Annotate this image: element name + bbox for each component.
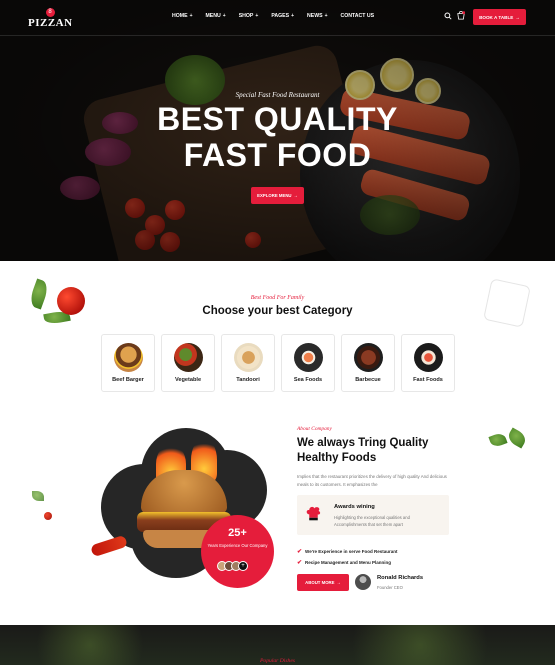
plus-icon: + xyxy=(222,13,226,19)
category-card-tandoori[interactable]: Tandoori xyxy=(221,334,275,392)
founder-name: Ronald Richards xyxy=(377,575,424,581)
years-text: Years Experience Our Company xyxy=(207,543,268,548)
search-icon[interactable] xyxy=(444,12,452,20)
plus-icon: + xyxy=(324,13,328,19)
category-card-vegetable[interactable]: Vegetable xyxy=(161,334,215,392)
category-title: Choose your best Category xyxy=(202,305,353,317)
about-subtitle: About Company xyxy=(297,426,332,432)
list-item-text: Recipe Management and Menu Planning xyxy=(305,560,392,565)
chef-hat-icon xyxy=(306,506,321,521)
nav-label: MENU xyxy=(205,13,221,19)
avatar xyxy=(355,574,371,590)
arrow-right-icon: → xyxy=(515,14,520,20)
about-description: Implies that the restaurant prioritizes … xyxy=(297,474,447,487)
category-card-fast-foods[interactable]: Fast Foods xyxy=(401,334,455,392)
category-subtitle: Best Food For Family xyxy=(250,295,305,301)
category-label: Beef Barger xyxy=(112,377,144,383)
logo-badge: 8 xyxy=(45,8,55,17)
list-item-text: We're Experience in serve Food Restauran… xyxy=(305,549,398,554)
hero-title-line: FAST FOOD xyxy=(183,137,372,173)
barbecue-image xyxy=(354,343,383,372)
plus-icon: + xyxy=(189,13,193,19)
nav-item-shop[interactable]: SHOP + xyxy=(239,13,259,19)
category-label: Vegetable xyxy=(174,377,202,383)
list-item: ✔ We're Experience in serve Food Restaura… xyxy=(297,546,398,557)
main-menu: HOME + MENU + SHOP + PAGES + NEWS + CONTACT U… xyxy=(172,13,389,19)
award-title: Awards wining xyxy=(334,504,375,510)
nav-item-news[interactable]: NEWS + xyxy=(307,13,327,19)
cart-icon[interactable] xyxy=(457,11,465,20)
pepper-decoration xyxy=(44,512,52,520)
plus-icon: + xyxy=(255,13,259,19)
explore-label: EXPLORE MENU xyxy=(257,193,292,198)
seafood-image xyxy=(294,343,323,372)
herb-decoration xyxy=(32,491,44,501)
award-text: Highlighting the exceptional qualities a… xyxy=(334,515,410,527)
page: 8 PIZZAN HOME + MENU + SHOP + PAGES + NEWS + … xyxy=(0,0,555,665)
logo-wordmark: PIZZAN xyxy=(28,17,73,29)
nav-item-contact[interactable]: CONTACT US xyxy=(341,13,377,19)
plus-icon: + xyxy=(291,13,295,19)
nav-label: NEWS xyxy=(307,13,323,19)
burger-image xyxy=(114,343,143,372)
nav-label: HOME xyxy=(172,13,188,19)
category-label: Barbecue xyxy=(355,377,381,383)
fast-food-image xyxy=(414,343,443,372)
founder-role: Founder CEO xyxy=(377,585,403,590)
leaf-decoration xyxy=(488,431,508,449)
leaf-decoration xyxy=(505,427,529,449)
about-more-label: ABOUT MORE xyxy=(305,580,335,585)
fries-basket-decoration xyxy=(483,278,531,328)
vegetable-image xyxy=(174,343,203,372)
top-navbar: 8 PIZZAN HOME + MENU + SHOP + PAGES + NEWS + … xyxy=(0,0,555,36)
category-label: Tandoori xyxy=(236,377,260,383)
book-label: BOOK A TABLE xyxy=(479,14,514,20)
nav-label: SHOP xyxy=(238,13,254,19)
nav-label: PAGES xyxy=(271,13,290,19)
chili-image xyxy=(90,534,128,558)
nav-label: CONTACT US xyxy=(340,13,375,19)
award-card: Awards wining Highlighting the exception… xyxy=(297,495,449,535)
experience-badge: 25+ Years Experience Our Company xyxy=(201,515,274,588)
book-a-table-button[interactable]: BOOK A TABLE → xyxy=(473,9,526,25)
nav-item-menu[interactable]: MENU + xyxy=(205,13,225,19)
category-card-beef-barger[interactable]: Beef Barger xyxy=(101,334,155,392)
arrow-right-icon: → xyxy=(336,580,341,585)
avatar-more: + xyxy=(238,561,248,571)
check-icon: ✔ xyxy=(297,549,303,555)
hero-title-line: BEST QUALITY xyxy=(157,101,398,137)
popular-dishes-subtitle: Popular Dishes xyxy=(260,658,295,664)
about-title: We always Tring Quality Healthy Foods xyxy=(297,437,429,464)
category-list: Beef Barger Vegetable Tandoori Sea Foods… xyxy=(101,334,461,392)
tandoori-image xyxy=(234,343,263,372)
nav-item-home[interactable]: HOME + xyxy=(172,13,192,19)
nav-item-pages[interactable]: PAGES + xyxy=(271,13,294,19)
explore-menu-button[interactable]: EXPLORE MENU → xyxy=(251,187,304,204)
arrow-right-icon: → xyxy=(293,193,298,198)
feature-list: ✔ We're Experience in serve Food Restaura… xyxy=(297,546,398,568)
hero-subtitle: Special Fast Food Restaurant xyxy=(235,91,320,99)
check-icon: ✔ xyxy=(297,560,303,566)
customer-avatars: + xyxy=(217,561,248,571)
years-number: 25+ xyxy=(228,527,247,539)
category-label: Fast Foods xyxy=(413,377,443,383)
about-more-button[interactable]: ABOUT MORE → xyxy=(297,574,349,591)
category-card-barbecue[interactable]: Barbecue xyxy=(341,334,395,392)
category-label: Sea Foods xyxy=(293,377,323,383)
brand-logo[interactable]: 8 PIZZAN xyxy=(28,8,72,29)
list-item: ✔ Recipe Management and Menu Planning xyxy=(297,557,398,568)
hero-title: BEST QUALITY FAST FOOD xyxy=(0,101,555,173)
category-card-sea-foods[interactable]: Sea Foods xyxy=(281,334,335,392)
hero-section: 8 PIZZAN HOME + MENU + SHOP + PAGES + NEWS + … xyxy=(0,0,555,261)
